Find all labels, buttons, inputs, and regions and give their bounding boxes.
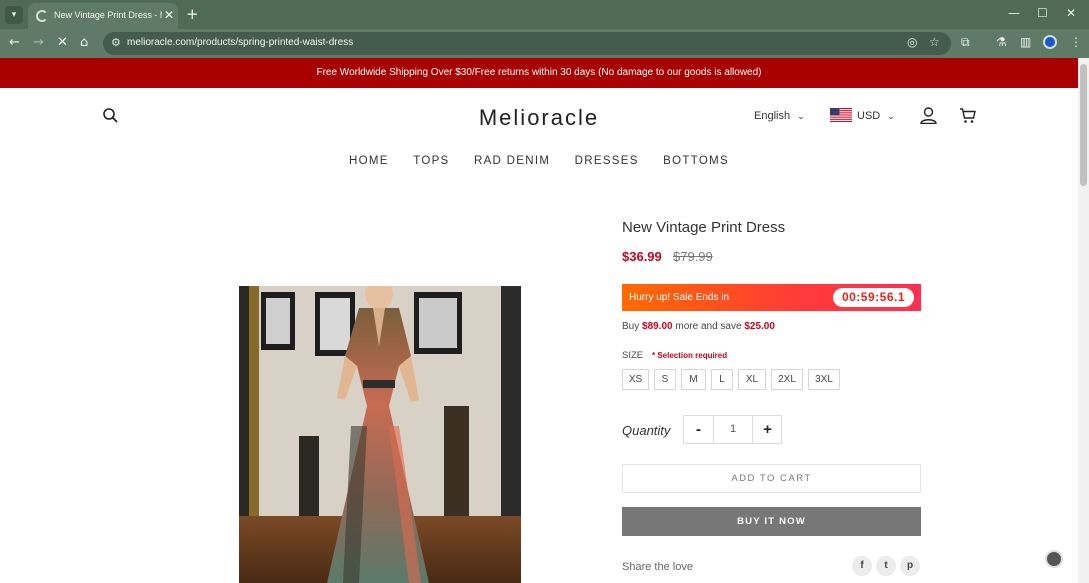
bundle-offer: Buy $89.00 more and save $25.00 — [622, 321, 775, 332]
nav-home[interactable]: HOME — [349, 155, 389, 167]
compare-at-price: $79.99 — [673, 249, 713, 264]
nav-dresses[interactable]: DRESSES — [575, 155, 639, 167]
announcement-bar: Free Worldwide Shipping Over $30/Free re… — [0, 58, 1078, 88]
size-option-m[interactable]: M — [681, 369, 706, 390]
window-close-icon[interactable]: ✕ — [1066, 6, 1076, 20]
tab-title: New Vintage Print Dress - Meli… — [54, 10, 162, 20]
url-text[interactable]: melioracle.com/products/spring-printed-w… — [127, 37, 353, 48]
sale-price: $36.99 — [622, 249, 662, 264]
us-flag-icon — [830, 108, 852, 122]
site-logo[interactable]: Melioracle — [0, 105, 1078, 131]
scrollbar-thumb[interactable] — [1080, 64, 1087, 186]
size-option-s[interactable]: S — [654, 369, 676, 390]
extensions-icon[interactable]: ⧉ — [961, 35, 970, 50]
language-selector[interactable]: English ⌄ — [754, 110, 805, 122]
nav-bottoms[interactable]: BOTTOMS — [663, 155, 729, 167]
quantity-decrease-button[interactable]: - — [684, 416, 713, 443]
size-option-xs[interactable]: XS — [622, 369, 649, 390]
product-title: New Vintage Print Dress — [622, 219, 786, 236]
menu-kebab-icon[interactable]: ⋮ — [1070, 35, 1082, 49]
chevron-down-icon: ⌄ — [797, 112, 805, 122]
browser-tab[interactable]: New Vintage Print Dress - Meli… ✕ — [28, 3, 178, 29]
countdown-timer: 00:59:56.1 — [832, 288, 914, 307]
shopping-cart-icon[interactable] — [959, 107, 976, 124]
currency-selector[interactable]: USD ⌄ — [857, 110, 895, 122]
language-label: English — [754, 110, 791, 122]
web-page: Free Worldwide Shipping Over $30/Free re… — [0, 58, 1078, 583]
bookmark-star-icon[interactable]: ☆ — [929, 35, 940, 49]
bundle-amount: $89.00 — [642, 321, 673, 332]
quantity-increase-button[interactable]: + — [753, 416, 782, 443]
quantity-label: Quantity — [622, 423, 671, 438]
share-label: Share the love — [622, 561, 693, 573]
size-option-3xl[interactable]: 3XL — [808, 369, 840, 390]
browser-toolbar: ← → ✕ ⌂ ⚙ melioracle.com/products/spring… — [0, 29, 1089, 58]
tab-close-icon[interactable]: ✕ — [164, 8, 174, 22]
main-navigation: HOME TOPS RAD DENIM DRESSES BOTTOMS — [0, 151, 1078, 169]
loading-spinner-icon — [36, 10, 48, 22]
site-info-icon[interactable]: ⚙ — [111, 36, 121, 49]
size-required-note: * Selection required — [652, 351, 728, 360]
chat-widget-icon[interactable] — [1045, 550, 1063, 568]
forward-icon[interactable]: → — [33, 35, 44, 50]
size-option-2xl[interactable]: 2XL — [771, 369, 803, 390]
side-panel-icon[interactable]: ▥ — [1020, 35, 1031, 49]
profile-avatar-icon[interactable] — [1043, 35, 1057, 49]
bundle-prefix: Buy — [622, 321, 640, 332]
eye-off-icon[interactable]: ◎ — [907, 35, 917, 49]
page-scrollbar[interactable] — [1078, 58, 1089, 583]
maximize-icon[interactable]: ☐ — [1037, 6, 1048, 20]
chevron-down-icon: ⌄ — [887, 112, 895, 122]
size-option-l[interactable]: L — [711, 369, 733, 390]
pinterest-icon[interactable]: p — [900, 556, 920, 576]
twitter-icon[interactable]: t — [876, 556, 896, 576]
bundle-savings: $25.00 — [744, 321, 775, 332]
sale-countdown-banner: Hurry up! Sale Ends in 00:59:56.1 — [622, 284, 921, 311]
labs-flask-icon[interactable]: ⚗ — [996, 35, 1007, 49]
bundle-middle: more and save — [675, 321, 742, 332]
nav-tops[interactable]: TOPS — [413, 155, 449, 167]
home-icon[interactable]: ⌂ — [80, 35, 88, 50]
minimize-icon[interactable]: — — [1008, 6, 1020, 20]
address-bar[interactable]: ⚙ melioracle.com/products/spring-printed… — [103, 32, 951, 55]
product-image[interactable] — [239, 286, 521, 583]
quantity-stepper: - 1 + — [683, 415, 782, 444]
facebook-icon[interactable]: f — [852, 556, 872, 576]
back-icon[interactable]: ← — [9, 35, 20, 50]
new-tab-icon[interactable]: + — [186, 5, 199, 23]
currency-label: USD — [857, 110, 881, 122]
buy-it-now-button[interactable]: BUY IT NOW — [622, 507, 921, 536]
quantity-input[interactable]: 1 — [713, 416, 753, 443]
sale-countdown-text: Hurry up! Sale Ends in — [629, 292, 730, 303]
size-label: SIZE — [622, 350, 644, 361]
account-user-icon[interactable] — [920, 107, 937, 124]
size-option-xl[interactable]: XL — [738, 369, 766, 390]
nav-rad-denim[interactable]: RAD DENIM — [474, 155, 550, 167]
add-to-cart-button[interactable]: ADD TO CART — [622, 464, 921, 493]
stop-loading-icon[interactable]: ✕ — [57, 35, 68, 50]
tab-search-dropdown-icon[interactable]: ▾ — [5, 6, 23, 24]
browser-tab-strip: ▾ New Vintage Print Dress - Meli… ✕ + — … — [0, 0, 1089, 29]
